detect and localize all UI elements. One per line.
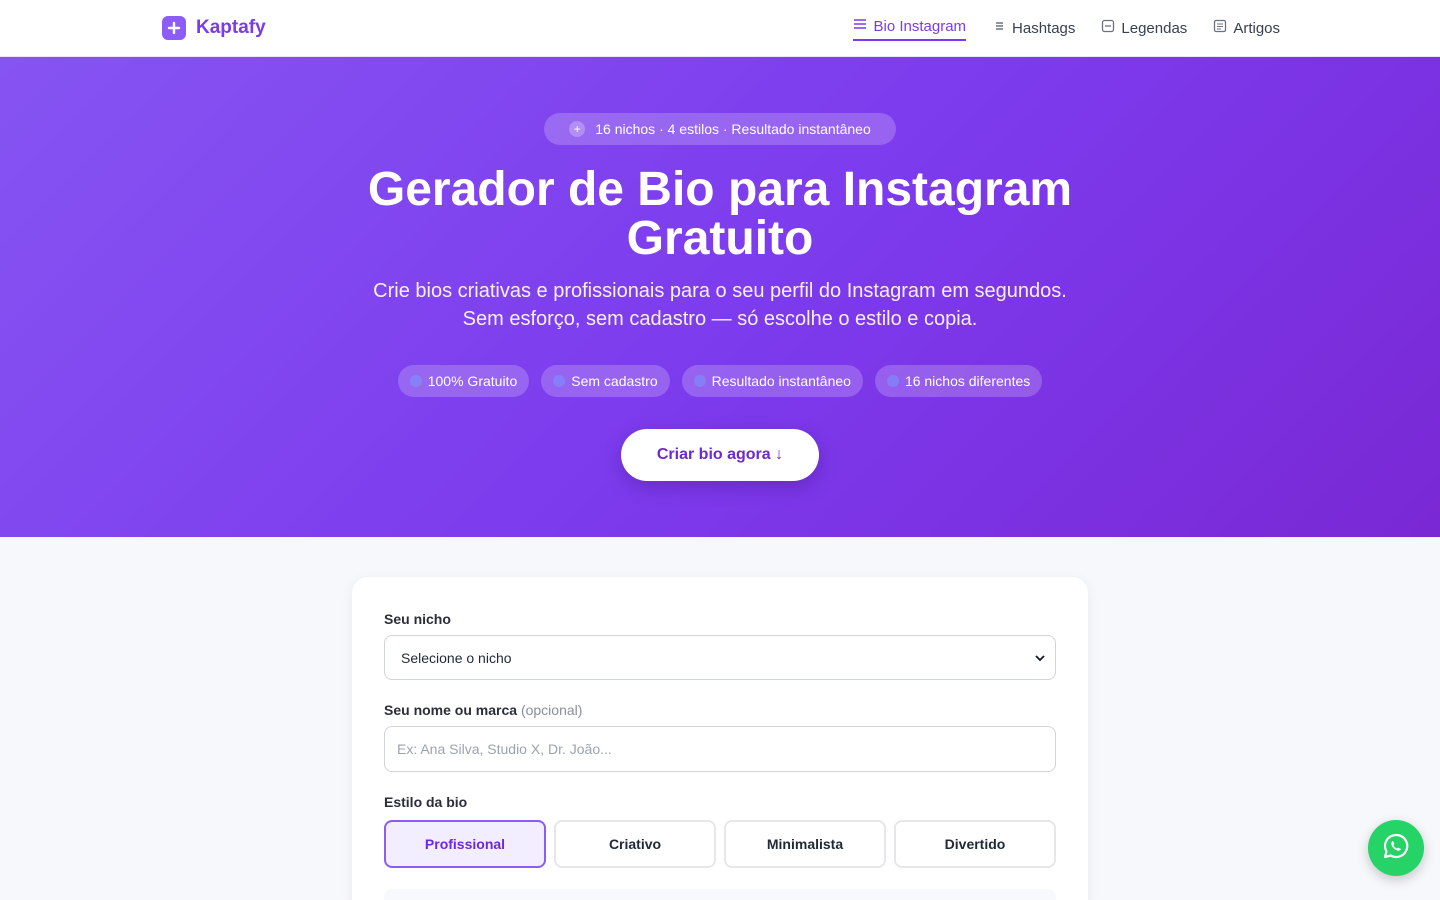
top-nav: Kaptafy Bio Instagram Hashtags Legendas … xyxy=(0,0,1440,57)
chevron-down-icon xyxy=(1035,650,1045,666)
feature-badge-label: 16 nichos diferentes xyxy=(904,373,1031,389)
feature-badge-label: Sem cadastro xyxy=(571,373,658,389)
style-label: Estilo da bio xyxy=(384,794,468,810)
feature-badge: Resultado instantâneo xyxy=(681,365,863,397)
nav-item-label: Bio Instagram xyxy=(873,17,967,35)
nav-item-artigos[interactable]: Artigos xyxy=(1213,16,1280,40)
plus-square-icon xyxy=(162,16,186,40)
caption-box-icon xyxy=(1101,19,1115,37)
form-next-section xyxy=(384,889,1056,900)
niche-select-value: Selecione o nicho xyxy=(401,649,512,666)
article-icon xyxy=(1213,19,1227,37)
hero-section: + 16 nichos · 4 estilos · Resultado inst… xyxy=(0,57,1440,537)
globe-icon xyxy=(693,375,706,387)
niche-label: Seu nicho xyxy=(384,611,451,627)
list-icon xyxy=(992,19,1006,37)
style-option-minimalista[interactable]: Minimalista xyxy=(724,820,886,868)
nav-item-bio-instagram[interactable]: Bio Instagram xyxy=(853,15,967,41)
feature-badge-label: 100% Gratuito xyxy=(427,373,518,389)
style-option-divertido[interactable]: Divertido xyxy=(894,820,1056,868)
hero-pill-text: 16 nichos · 4 estilos · Resultado instan… xyxy=(595,121,871,137)
name-label-text: Seu nome ou marca xyxy=(384,702,518,718)
brand-name: Kaptafy xyxy=(196,17,266,38)
whatsapp-icon xyxy=(1381,831,1411,866)
nav-item-label: Hashtags xyxy=(1012,19,1076,37)
name-label: Seu nome ou marca (opcional) xyxy=(384,702,582,718)
globe-icon xyxy=(886,375,899,387)
bio-generator-form: Seu nicho Selecione o nicho Seu nome ou … xyxy=(352,577,1088,900)
nav-links: Bio Instagram Hashtags Legendas Artigos xyxy=(853,0,1280,56)
nav-item-label: Artigos xyxy=(1233,19,1280,37)
feature-badge: 16 nichos diferentes xyxy=(874,365,1043,397)
feature-badge: 100% Gratuito xyxy=(397,365,530,397)
nav-item-hashtags[interactable]: Hashtags xyxy=(992,16,1075,40)
page-title: Gerador de Bio para Instagram Gratuito xyxy=(367,163,1073,265)
globe-icon xyxy=(553,375,566,387)
brand-logo[interactable]: Kaptafy xyxy=(162,16,266,40)
menu-lines-icon xyxy=(853,17,867,35)
nav-item-legendas[interactable]: Legendas xyxy=(1101,16,1187,40)
hero-subtitle: Crie bios criativas e profissionais para… xyxy=(373,280,1067,330)
style-option-criativo[interactable]: Criativo xyxy=(554,820,716,868)
style-options: Profissional Criativo Minimalista Divert… xyxy=(384,820,1056,868)
nav-item-label: Legendas xyxy=(1121,19,1188,37)
style-option-profissional[interactable]: Profissional xyxy=(384,820,546,868)
feature-badge: Sem cadastro xyxy=(541,365,670,397)
whatsapp-button[interactable] xyxy=(1368,820,1424,876)
globe-icon xyxy=(409,375,422,387)
name-input[interactable] xyxy=(384,726,1056,772)
feature-badge-label: Resultado instantâneo xyxy=(711,373,851,389)
create-bio-button[interactable]: Criar bio agora ↓ xyxy=(621,429,819,481)
feature-badges: 100% Gratuito Sem cadastro Resultado ins… xyxy=(0,365,1440,397)
plus-icon: + xyxy=(569,121,586,137)
hero-pill: + 16 nichos · 4 estilos · Resultado inst… xyxy=(544,113,896,145)
optional-hint: (opcional) xyxy=(520,702,583,718)
niche-select[interactable]: Selecione o nicho xyxy=(384,635,1056,680)
